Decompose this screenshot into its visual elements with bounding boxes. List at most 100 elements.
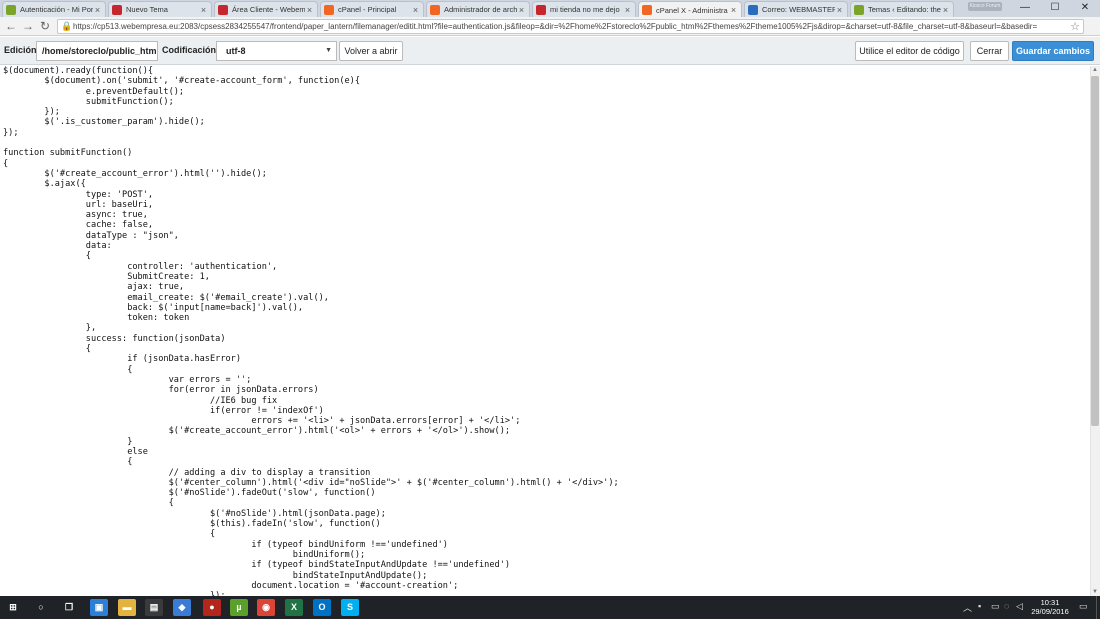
encoding-select[interactable]: utf-8 ▼ bbox=[216, 41, 337, 61]
close-tab-icon[interactable]: × bbox=[199, 5, 208, 15]
code-line[interactable]: { bbox=[3, 498, 619, 508]
browser-tab[interactable]: Nuevo Tema × bbox=[108, 1, 212, 17]
system-clock[interactable]: 10:31 29/09/2016 bbox=[1027, 598, 1073, 616]
code-line[interactable]: else bbox=[3, 447, 619, 457]
code-line[interactable]: token: token bbox=[3, 313, 619, 323]
code-line[interactable]: if (typeof bindStateInputAndUpdate !=='u… bbox=[3, 560, 619, 570]
photos-app-icon[interactable]: ▣ bbox=[90, 599, 108, 616]
browser-tab[interactable]: cPanel X - Administra × bbox=[638, 1, 742, 18]
code-line[interactable]: $(document).ready(function(){ bbox=[3, 66, 619, 76]
code-text[interactable]: $(document).ready(function(){ $(document… bbox=[3, 66, 619, 596]
code-line[interactable]: $(document).on('submit', '#create-accoun… bbox=[3, 76, 619, 86]
bookmark-star-icon[interactable]: ☆ bbox=[1070, 20, 1080, 34]
code-line[interactable]: async: true, bbox=[3, 210, 619, 220]
close-tab-icon[interactable]: × bbox=[305, 5, 314, 15]
address-bar[interactable]: 🔒 https://cp513.webempresa.eu:2083/cpses… bbox=[57, 19, 1084, 34]
close-tab-icon[interactable]: × bbox=[729, 5, 738, 15]
file-path-field[interactable]: /home/storeclo/public_html bbox=[36, 41, 158, 61]
code-line[interactable]: { bbox=[3, 365, 619, 375]
code-line[interactable]: $('#center_column').html('<div id="noSli… bbox=[3, 478, 619, 488]
start-button[interactable]: ⊞ bbox=[4, 599, 22, 616]
file-explorer-icon[interactable]: ▬ bbox=[118, 599, 136, 616]
close-tab-icon[interactable]: × bbox=[623, 5, 632, 15]
network-icon[interactable]: ◌ bbox=[1004, 601, 1009, 611]
code-line[interactable]: }, bbox=[3, 323, 619, 333]
show-desktop-button[interactable] bbox=[1096, 596, 1100, 619]
store-icon[interactable]: ▤ bbox=[145, 599, 163, 616]
maximize-button[interactable]: ☐ bbox=[1040, 0, 1070, 17]
code-line[interactable]: if (jsonData.hasError) bbox=[3, 354, 619, 364]
code-line[interactable]: { bbox=[3, 529, 619, 539]
code-line[interactable]: }); bbox=[3, 107, 619, 117]
volume-icon[interactable]: ◁ bbox=[1016, 601, 1023, 612]
code-line[interactable]: SubmitCreate: 1, bbox=[3, 272, 619, 282]
code-editor-button[interactable]: Utilice el editor de código bbox=[855, 41, 964, 61]
notifications-icon[interactable]: ▭ bbox=[1079, 601, 1088, 612]
minimize-button[interactable]: — bbox=[1010, 0, 1040, 17]
code-line[interactable]: $('#create_account_error').html('').hide… bbox=[3, 169, 619, 179]
code-line[interactable]: for(error in jsonData.errors) bbox=[3, 385, 619, 395]
code-line[interactable]: controller: 'authentication', bbox=[3, 262, 619, 272]
code-line[interactable]: ajax: true, bbox=[3, 282, 619, 292]
browser-tab[interactable]: Área Cliente - Webem × bbox=[214, 1, 318, 17]
code-line[interactable]: errors += '<li>' + jsonData.errors[error… bbox=[3, 416, 619, 426]
scroll-down-icon[interactable]: ▼ bbox=[1091, 588, 1099, 596]
code-line[interactable]: { bbox=[3, 251, 619, 261]
code-line[interactable]: url: baseUri, bbox=[3, 200, 619, 210]
code-line[interactable]: { bbox=[3, 344, 619, 354]
scrollbar-thumb[interactable] bbox=[1091, 76, 1099, 426]
vertical-scrollbar[interactable]: ▲ ▼ bbox=[1090, 66, 1100, 596]
code-line[interactable]: //IE6 bug fix bbox=[3, 396, 619, 406]
media-player-icon[interactable]: ● bbox=[203, 599, 221, 616]
code-line[interactable]: success: function(jsonData) bbox=[3, 334, 619, 344]
close-tab-icon[interactable]: × bbox=[835, 5, 844, 15]
code-line[interactable]: $('#create_account_error').html('<ol>' +… bbox=[3, 426, 619, 436]
scroll-up-icon[interactable]: ▲ bbox=[1091, 66, 1099, 74]
code-line[interactable]: }); bbox=[3, 128, 619, 138]
chrome-icon[interactable]: ◉ bbox=[257, 599, 275, 616]
reload-icon[interactable]: ↻ bbox=[37, 19, 53, 34]
back-arrow-icon[interactable]: ← bbox=[3, 19, 19, 34]
skype-icon[interactable]: S bbox=[341, 599, 359, 616]
close-button[interactable]: Cerrar bbox=[970, 41, 1009, 61]
code-line[interactable]: data: bbox=[3, 241, 619, 251]
close-tab-icon[interactable]: × bbox=[411, 5, 420, 15]
utorrent-icon[interactable]: µ bbox=[230, 599, 248, 616]
browser-tab[interactable]: mi tienda no me dejo × bbox=[532, 1, 636, 17]
code-line[interactable]: $('#noSlide').fadeOut('slow', function() bbox=[3, 488, 619, 498]
outlook-icon[interactable]: O bbox=[313, 599, 331, 616]
code-line[interactable]: if(error != 'indexOf') bbox=[3, 406, 619, 416]
battery-icon[interactable]: ▭ bbox=[991, 601, 1000, 612]
browser-tab[interactable]: Temas ‹ Editando: the × bbox=[850, 1, 954, 17]
save-button[interactable]: Guardar cambios bbox=[1012, 41, 1094, 61]
code-line[interactable]: bindStateInputAndUpdate(); bbox=[3, 571, 619, 581]
code-editor-area[interactable]: $(document).ready(function(){ $(document… bbox=[0, 66, 1100, 596]
code-line[interactable]: if (typeof bindUniform !=='undefined') bbox=[3, 540, 619, 550]
code-line[interactable]: submitFunction(); bbox=[3, 97, 619, 107]
code-line[interactable]: // adding a div to display a transition bbox=[3, 468, 619, 478]
code-line[interactable]: $.ajax({ bbox=[3, 179, 619, 189]
code-line[interactable]: $('#noSlide').html(jsonData.page); bbox=[3, 509, 619, 519]
code-line[interactable] bbox=[3, 138, 619, 148]
code-line[interactable]: e.preventDefault(); bbox=[3, 87, 619, 97]
code-line[interactable]: } bbox=[3, 437, 619, 447]
close-tab-icon[interactable]: × bbox=[941, 5, 950, 15]
browser-tab[interactable]: Autenticación - Mi Por × bbox=[2, 1, 106, 17]
code-line[interactable]: $('.is_customer_param').hide(); bbox=[3, 117, 619, 127]
tray-app-icon[interactable]: ▪ bbox=[978, 601, 981, 611]
code-line[interactable]: type: 'POST', bbox=[3, 190, 619, 200]
code-line[interactable]: email_create: $('#email_create').val(), bbox=[3, 293, 619, 303]
code-line[interactable]: bindUniform(); bbox=[3, 550, 619, 560]
forward-arrow-icon[interactable]: → bbox=[20, 19, 36, 34]
code-line[interactable]: function submitFunction() bbox=[3, 148, 619, 158]
close-tab-icon[interactable]: × bbox=[93, 5, 102, 15]
browser-tab[interactable]: Administrador de arch × bbox=[426, 1, 530, 17]
url-text[interactable]: https://cp513.webempresa.eu:2083/cpsess2… bbox=[73, 21, 1063, 33]
code-line[interactable]: var errors = ''; bbox=[3, 375, 619, 385]
cortana-icon[interactable]: ○ bbox=[32, 599, 50, 616]
code-line[interactable]: { bbox=[3, 159, 619, 169]
close-window-button[interactable]: ✕ bbox=[1070, 0, 1100, 17]
new-tab-button[interactable]: Kiosco Forum bbox=[968, 2, 1002, 11]
code-line[interactable]: back: $('input[name=back]').val(), bbox=[3, 303, 619, 313]
code-line[interactable]: cache: false, bbox=[3, 220, 619, 230]
